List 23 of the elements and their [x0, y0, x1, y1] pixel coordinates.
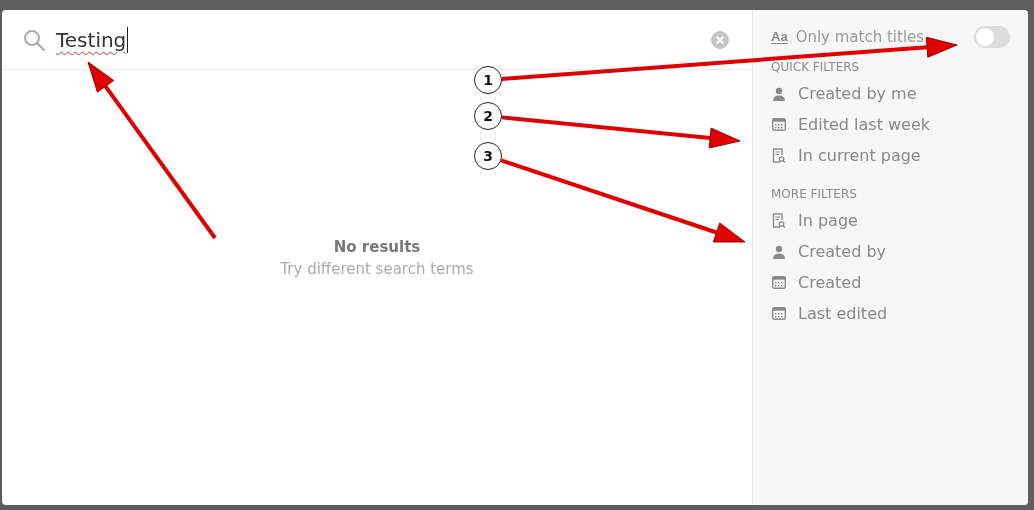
filter-item[interactable]: Created by me: [771, 78, 1010, 109]
section-heading: QUICK FILTERS: [771, 59, 861, 76]
search-icon: [22, 27, 46, 52]
calendar-icon: [771, 118, 787, 131]
filter-item[interactable]: Created: [771, 267, 1010, 298]
toggle-switch[interactable]: [974, 26, 1010, 48]
filter-item[interactable]: In page: [771, 205, 1010, 236]
filter-item[interactable]: Last edited: [771, 298, 1010, 329]
filter-item[interactable]: In current page: [771, 140, 1010, 171]
calendar-icon: [771, 276, 787, 289]
filter-item[interactable]: Edited last week: [771, 109, 1010, 140]
person-icon: [771, 86, 787, 101]
clear-icon[interactable]: [710, 29, 730, 50]
empty-subtitle: Try different search terms: [280, 259, 474, 278]
search-field[interactable]: Testing: [56, 22, 700, 57]
empty-title: No results: [333, 237, 421, 256]
section-heading: MORE FILTERS: [771, 186, 858, 203]
toggle-label: Only match titles: [795, 28, 926, 46]
person-icon: [771, 244, 787, 259]
page-search-icon: [771, 147, 787, 164]
filter-item[interactable]: Created by: [771, 236, 1010, 267]
page-search-icon: [771, 212, 787, 229]
calendar-icon: [771, 307, 787, 320]
